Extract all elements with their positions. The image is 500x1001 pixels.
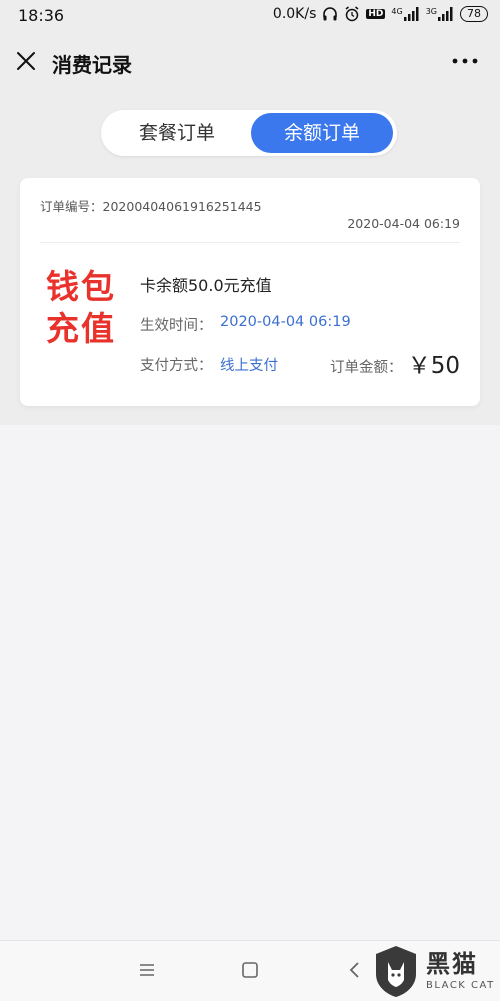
order-time: 2020-04-04 06:19 <box>347 216 460 231</box>
black-cat-logo-icon <box>376 946 416 997</box>
order-card[interactable]: 订单编号：20200404061916251445 2020-04-04 06:… <box>20 178 480 406</box>
signal-4g: 4G <box>391 7 419 21</box>
order-number-label: 订单编号： <box>40 199 103 214</box>
headphones-icon <box>323 7 338 21</box>
hd-badge: HD <box>366 9 386 19</box>
net-speed: 0.0K/s <box>272 6 317 22</box>
tab-balance-orders[interactable]: 余额订单 <box>251 113 393 153</box>
item-title: 卡余额50.0元充值 <box>140 276 272 295</box>
effective-time-value: 2020-04-04 06:19 <box>220 314 351 330</box>
content-area: 套餐订单 余额订单 订单编号：20200404061916251445 2020… <box>0 90 500 425</box>
payment-method-label: 支付方式： <box>140 358 213 374</box>
watermark-cn: 黑猫 <box>426 950 478 978</box>
signal-icon <box>438 7 453 21</box>
status-icons: 0.0K/s HD 4G 3G 78 <box>273 6 488 22</box>
order-tabs: 套餐订单 余额订单 <box>101 110 397 156</box>
divider <box>40 242 460 243</box>
order-amount-value: ￥50 <box>407 353 460 379</box>
effective-time-label: 生效时间： <box>140 318 213 334</box>
battery-indicator: 78 <box>460 6 488 22</box>
back-icon[interactable] <box>346 960 364 980</box>
watermark-en: BLACK CAT <box>426 980 495 991</box>
status-time: 18:36 <box>18 6 65 25</box>
signal-icon <box>403 7 419 21</box>
signal-3g: 3G <box>426 7 454 21</box>
page-title: 消费记录 <box>52 53 132 77</box>
order-amount-label: 订单金额： <box>330 360 403 376</box>
nav-bar: 消费记录 <box>0 32 500 90</box>
logo-line-1: 钱包 <box>46 267 116 306</box>
home-icon[interactable] <box>241 961 259 979</box>
menu-icon[interactable] <box>138 961 156 979</box>
wallet-recharge-logo: 钱包 充值 <box>46 266 120 350</box>
watermark: 黑猫 BLACK CAT <box>372 944 496 998</box>
tab-package-orders[interactable]: 套餐订单 <box>105 113 249 153</box>
payment-method-value: 线上支付 <box>220 358 278 374</box>
status-bar: 18:36 0.0K/s HD 4G 3G 78 <box>0 0 500 32</box>
logo-line-2: 充值 <box>46 309 116 348</box>
order-number: 订单编号：20200404061916251445 <box>40 196 262 215</box>
close-icon[interactable] <box>14 49 38 73</box>
more-options-icon[interactable] <box>450 51 480 71</box>
alarm-icon <box>345 6 359 22</box>
order-number-value: 20200404061916251445 <box>102 199 262 214</box>
